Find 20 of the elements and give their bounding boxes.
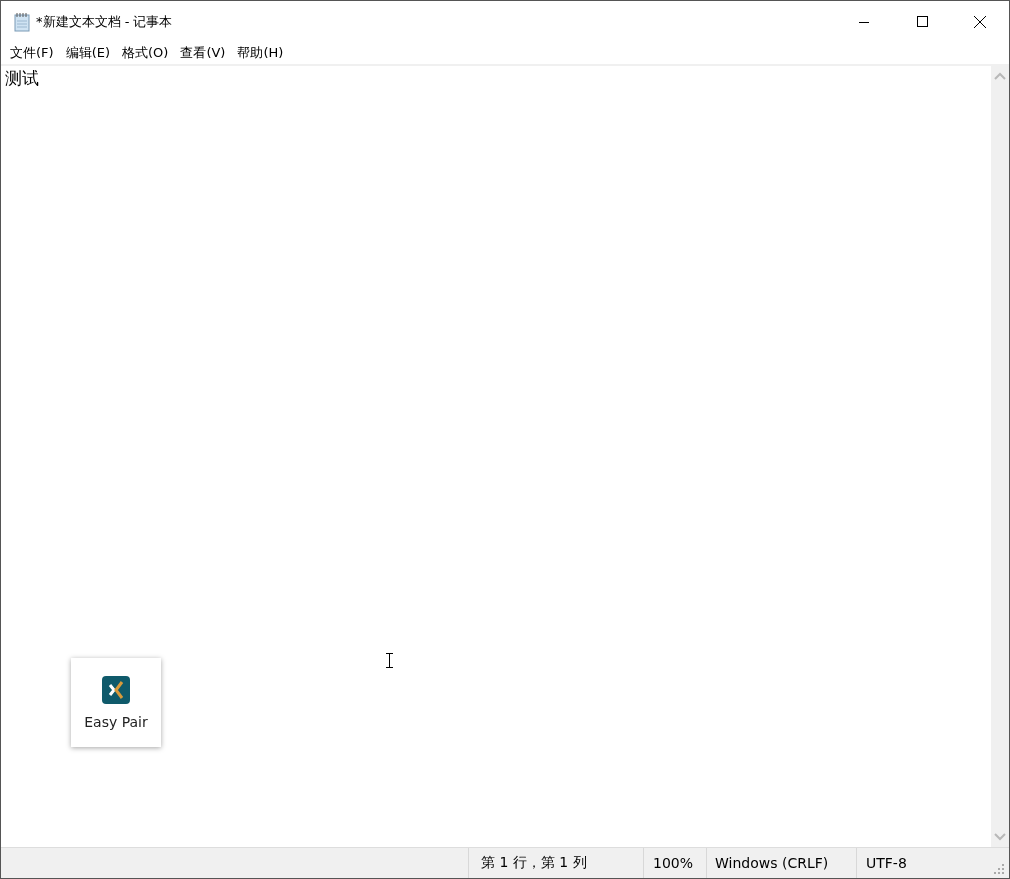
status-text: 100% (644, 848, 707, 878)
notepad-icon (13, 11, 31, 32)
maximize-icon[interactable] (916, 16, 928, 27)
app-logo-icon (102, 675, 130, 704)
menu-item[interactable]: 格式(O) (116, 44, 175, 62)
scroll-down-icon[interactable] (994, 833, 1006, 841)
status-text: UTF-8 (865, 854, 908, 873)
menu-item[interactable]: 查看(V) (174, 44, 232, 62)
close-icon[interactable] (974, 15, 986, 28)
menu-item[interactable]: 文件(F) (4, 44, 60, 62)
status-text: Windows (CRLF) (707, 848, 857, 878)
status-text: 第 1 行，第 1 列 (469, 848, 644, 878)
window-title: *新建文本文档 - 记事本 (36, 12, 173, 31)
menu-item[interactable]: 编辑(E) (59, 44, 116, 62)
resize-grip-icon[interactable] (993, 863, 1005, 875)
scroll-up-icon[interactable] (994, 72, 1006, 80)
popup-label: Easy Pair (84, 713, 148, 730)
easy-pair-popup[interactable]: Easy Pair (71, 658, 161, 747)
text-cursor-icon (386, 653, 393, 668)
menu-item[interactable]: 帮助(H) (231, 44, 290, 62)
